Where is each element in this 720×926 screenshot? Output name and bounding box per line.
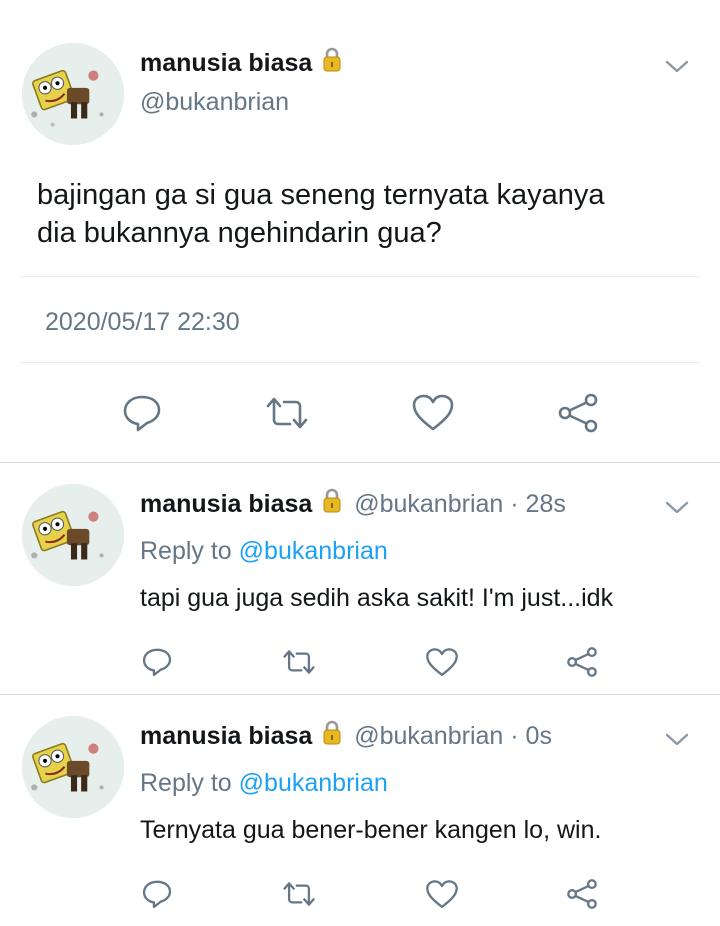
reply-to-label: Reply to <box>140 769 232 797</box>
divider <box>20 276 700 277</box>
divider <box>0 462 720 463</box>
tweet-text-line-1: bajingan ga si gua seneng ternyata kayan… <box>37 179 605 211</box>
relative-time: 28s <box>525 490 566 518</box>
retweet-icon[interactable] <box>281 646 317 678</box>
avatar-image <box>22 716 124 818</box>
lock-icon <box>323 488 341 522</box>
tweet-text-line-2: dia bukannya ngehindarin gua? <box>37 217 442 249</box>
retweet-icon[interactable] <box>281 878 317 910</box>
share-icon[interactable] <box>565 878 599 910</box>
tweet-text: Ternyata gua bener-bener kangen lo, win. <box>140 816 602 844</box>
separator: · <box>510 490 519 518</box>
reply-icon[interactable] <box>141 646 173 678</box>
share-icon[interactable] <box>556 392 600 434</box>
chevron-down-icon[interactable] <box>664 731 690 754</box>
heart-icon[interactable] <box>411 393 455 433</box>
handle[interactable]: @bukanbrian <box>354 722 503 750</box>
display-name[interactable]: manusia biasa <box>140 49 312 77</box>
reply-to-label: Reply to <box>140 537 232 565</box>
retweet-icon[interactable] <box>264 392 310 434</box>
timestamp[interactable]: 2020/05/17 22:30 <box>45 306 240 338</box>
tweet-text: bajingan ga si gua seneng ternyata kayan… <box>37 176 605 252</box>
handle[interactable]: @bukanbrian <box>354 490 503 518</box>
relative-time: 0s <box>525 722 552 750</box>
separator: · <box>510 722 519 750</box>
display-name[interactable]: manusia biasa <box>140 722 312 750</box>
avatar[interactable] <box>22 484 124 586</box>
chevron-down-icon[interactable] <box>664 499 690 522</box>
reply-to-link[interactable]: @bukanbrian <box>239 769 388 797</box>
reply-icon[interactable] <box>121 392 163 434</box>
heart-icon[interactable] <box>425 879 459 910</box>
chevron-down-icon[interactable] <box>664 58 690 81</box>
avatar[interactable] <box>22 716 124 818</box>
share-icon[interactable] <box>565 646 599 678</box>
reply-icon[interactable] <box>141 878 173 910</box>
tweet-text: tapi gua juga sedih aska sakit! I'm just… <box>140 584 614 612</box>
avatar-image <box>22 43 124 145</box>
divider <box>0 694 720 695</box>
heart-icon[interactable] <box>425 647 459 678</box>
lock-icon <box>323 47 341 81</box>
avatar[interactable] <box>22 43 124 145</box>
reply-to-link[interactable]: @bukanbrian <box>239 537 388 565</box>
divider <box>20 362 700 363</box>
handle[interactable]: @bukanbrian <box>140 86 289 118</box>
lock-icon <box>323 720 341 754</box>
avatar-image <box>22 484 124 586</box>
display-name[interactable]: manusia biasa <box>140 490 312 518</box>
